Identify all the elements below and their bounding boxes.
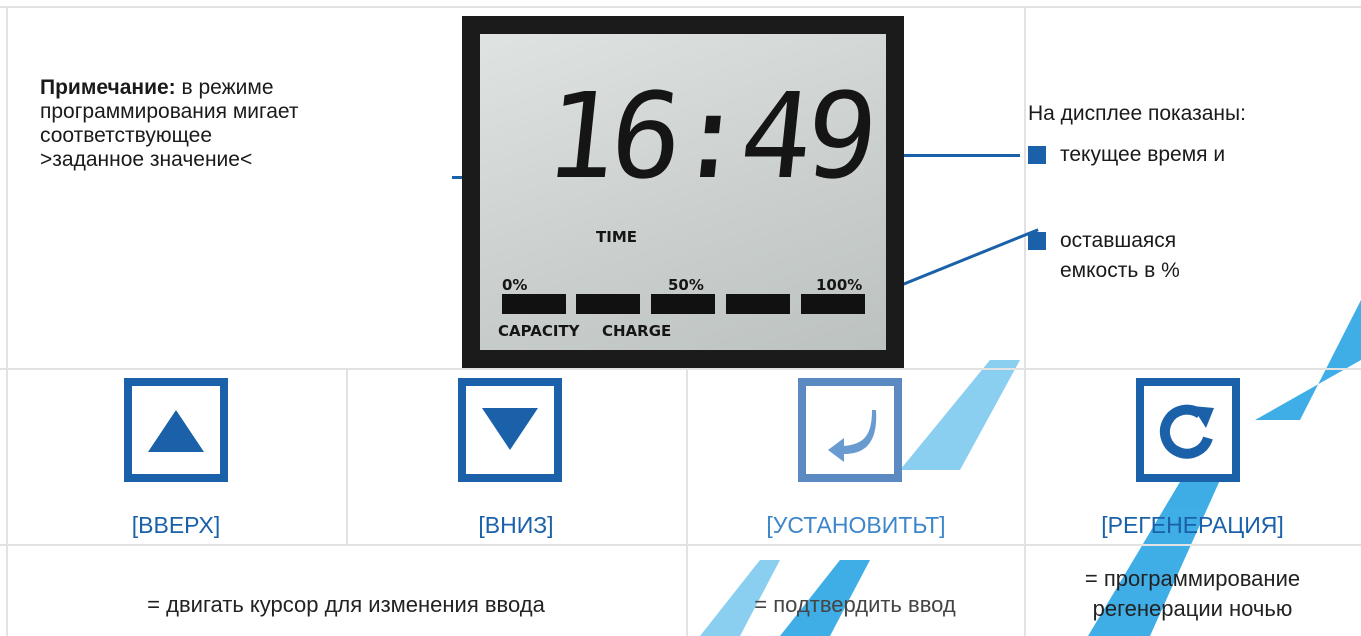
grid-line [0,368,1361,370]
capacity-segment [726,294,790,314]
bullet-icon [1028,146,1046,164]
grid-line [0,544,1361,546]
up-button-caption: [ВВЕРХ] [131,512,221,538]
lcd-scale-50: 50% [668,276,704,294]
regeneration-icon [1159,404,1214,459]
arrow-up-icon [148,410,204,452]
display-info-time: текущее время и [1060,143,1226,166]
lcd-time-label: TIME [596,228,637,246]
regeneration-button[interactable] [1136,378,1240,482]
display-info-capacity-line: емкость в % [1060,259,1180,282]
display-info-capacity: оставшаяся емкость в % [1060,226,1180,286]
set-button-caption: [УСТАНОВИТЬТ] [766,512,946,538]
capacity-segment [502,294,566,314]
enter-icon [828,410,877,462]
down-button[interactable] [458,378,562,482]
capacity-segment [651,294,715,314]
capacity-segment [576,294,640,314]
note-line: в режиме [181,76,274,99]
lcd-scale-100: 100% [816,276,863,294]
lcd-charge-label: CHARGE [602,322,672,340]
set-button[interactable] [798,378,902,482]
lcd-display: 16:49 TIME 0% 50% 100% CAPACITY CHARGE [480,34,886,350]
grid-line [6,6,8,636]
note-line: программирования мигает [40,100,299,123]
lcd-capacity-label: CAPACITY [498,322,580,340]
move-cursor-description: = двигать курсор для изменения ввода [147,592,545,617]
regeneration-button-caption: [РЕГЕНЕРАЦИЯ] [1101,512,1284,538]
regeneration-description: = программирование регенерации ночью [1024,564,1361,624]
programming-note: Примечание: в режиме программирования ми… [40,76,400,172]
regeneration-description-line: регенерации ночью [1092,596,1293,621]
down-button-caption: [ВНИЗ] [478,512,554,538]
grid-line [0,6,1361,8]
lcd-scale-0: 0% [502,276,528,294]
arrow-down-icon [482,408,538,450]
note-line: >заданное значение< [40,148,253,171]
display-info-title: На дисплее показаны: [1028,102,1246,125]
capacity-segment [801,294,865,314]
note-line: соответствующее [40,124,212,147]
up-button[interactable] [124,378,228,482]
bullet-icon [1028,232,1046,250]
regeneration-description-line: = программирование [1084,566,1301,591]
grid-line [1024,6,1026,368]
note-label: Примечание: [40,76,176,99]
confirm-description: = подтвердить ввод [754,592,956,617]
display-info-capacity-line: оставшаяся [1060,229,1177,252]
lcd-time-value: 16:49 [538,67,879,205]
